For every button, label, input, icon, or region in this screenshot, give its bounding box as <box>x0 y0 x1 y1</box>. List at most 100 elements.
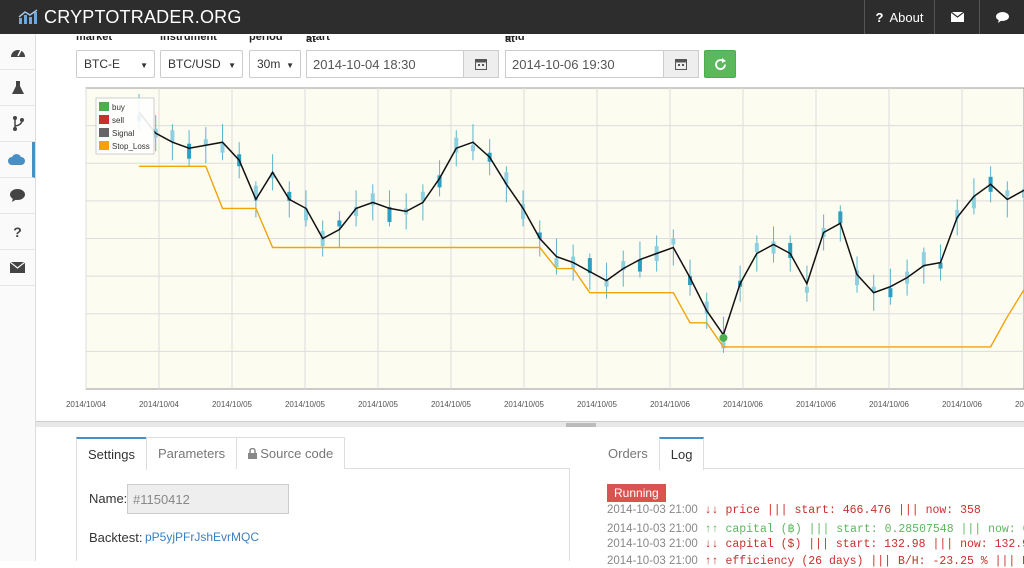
log-line: 2014-10-03 21:00 ↑↑ capital (฿) ||| star… <box>607 521 1024 536</box>
market-select[interactable]: BTC-E ▼ <box>76 50 155 78</box>
log-text: capital (฿) ||| start: 0.28507548 ||| no… <box>725 523 1024 536</box>
settings-body: Name: #1150412 Backtest: pP5yjPFrJshEvrM… <box>76 469 570 561</box>
arrow-down-icon: ↑↑ <box>704 555 719 568</box>
tab-source-code-label: Source code <box>260 446 334 461</box>
log-timestamp: 2014-10-03 21:00 <box>607 523 698 535</box>
brand-logo[interactable]: CRYPTOTRADER.ORG <box>18 0 242 34</box>
x-tick-label: 2014/10/05 <box>358 400 399 409</box>
end-date-value: 2014-10-06 19:30 <box>512 56 615 72</box>
splitter-handle[interactable] <box>566 423 596 427</box>
instrument-select[interactable]: BTC/USD ▼ <box>160 50 243 78</box>
calendar-icon <box>675 59 687 70</box>
app-title: CRYPTOTRADER.ORG <box>44 6 242 27</box>
arrow-up-icon: ↑↑ <box>704 523 719 536</box>
candle-body <box>838 211 843 224</box>
envelope-icon <box>10 262 25 273</box>
x-tick-label: 2014/10/06 <box>723 400 764 409</box>
sidebar-item-chat[interactable] <box>0 178 35 214</box>
flask-icon <box>11 80 24 94</box>
tab-source-code[interactable]: Source code <box>236 437 346 469</box>
backtest-link[interactable]: pP5yjPFrJshEvrMQC <box>145 530 259 544</box>
arrow-down-icon: ↓↓ <box>704 538 719 551</box>
sidebar-item-help[interactable]: ? <box>0 214 35 250</box>
candle-body <box>1005 190 1010 197</box>
x-tick-label: 2014/10/05 <box>212 400 253 409</box>
candle-body <box>888 288 893 298</box>
end-label: end at <box>505 36 525 44</box>
name-placeholder: #1150412 <box>133 491 190 507</box>
tab-settings[interactable]: Settings <box>76 437 147 470</box>
x-tick-label: 2014/10/04 <box>66 400 107 409</box>
sidebar-item-lab[interactable] <box>0 70 35 106</box>
top-navbar: CRYPTOTRADER.ORG ? About <box>0 0 1024 34</box>
name-input[interactable]: #1150412 <box>127 484 289 514</box>
legend-label: buy <box>112 103 125 112</box>
refresh-button[interactable] <box>704 50 736 78</box>
mail-button[interactable] <box>934 0 979 34</box>
start-label: start at <box>306 36 330 44</box>
price-chart[interactable]: 2014/10/04 2014/10/04 2014/10/05 2014/10/05… <box>36 85 1024 420</box>
candle-body <box>804 286 809 293</box>
chat-button[interactable] <box>979 0 1024 34</box>
backtest-label: Backtest: <box>89 530 143 545</box>
x-tick-label: 2014/10/05 <box>577 400 618 409</box>
log-text: capital ($) ||| start: 132.98 ||| now: 1… <box>725 538 1024 551</box>
log-line: 2014-10-03 21:00 ↓↓ price ||| start: 466… <box>607 504 981 517</box>
start-date-input[interactable]: 2014-10-04 18:30 <box>306 50 464 78</box>
instrument-value: BTC/USD <box>168 57 221 71</box>
candle-body <box>771 241 776 254</box>
caret-down-icon: ▼ <box>140 61 148 70</box>
top-nav-links: ? About <box>864 0 1024 34</box>
log-timestamp: 2014-10-03 21:00 <box>607 555 698 567</box>
legend-label: Stop_Loss <box>112 142 150 151</box>
period-select[interactable]: 30m ▼ <box>249 50 301 78</box>
question-icon: ? <box>13 223 22 240</box>
market-value: BTC-E <box>84 57 120 71</box>
about-link[interactable]: ? About <box>864 0 934 34</box>
sidebar-item-dashboard[interactable] <box>0 34 35 70</box>
candle-body <box>671 238 676 245</box>
x-tick-label: 2014/10/06 <box>942 400 983 409</box>
start-date-value: 2014-10-04 18:30 <box>313 56 416 72</box>
tab-log[interactable]: Log <box>658 437 705 470</box>
comment-icon <box>10 189 25 202</box>
candle-body <box>187 143 192 159</box>
lock-icon <box>248 448 258 459</box>
log-timestamp: 2014-10-03 21:00 <box>607 504 698 516</box>
dashboard-icon <box>10 49 25 57</box>
market-label: market <box>76 36 113 43</box>
candle-body <box>220 143 225 153</box>
question-icon: ? <box>875 9 884 25</box>
chart-logo-icon <box>18 9 38 24</box>
candle-body <box>637 259 642 272</box>
tab-parameters[interactable]: Parameters <box>145 437 238 469</box>
x-tick-label: 2014/10/06 <box>650 400 691 409</box>
panel-splitter[interactable] <box>36 421 1024 427</box>
x-tick-label: 2014/10/06 <box>796 400 837 409</box>
sidebar-item-cloud[interactable] <box>0 142 35 178</box>
cloud-icon <box>7 154 25 165</box>
caret-down-icon: ▼ <box>228 61 236 70</box>
price-chart-svg: 2014/10/04 2014/10/04 2014/10/05 2014/10/05… <box>66 87 1024 409</box>
name-label: Name: <box>89 491 128 506</box>
sidebar-item-mail[interactable] <box>0 250 35 286</box>
x-tick-label: 2014/10/06 <box>869 400 910 409</box>
legend-label: Signal <box>112 129 134 138</box>
start-calendar-button[interactable] <box>463 50 499 78</box>
x-tick-label: 2014/10/05 <box>504 400 545 409</box>
sidebar-item-branch[interactable] <box>0 106 35 142</box>
log-text: price ||| start: 466.476 ||| now: 358 <box>725 504 981 517</box>
about-label: About <box>889 9 924 25</box>
candle-body <box>604 280 609 287</box>
instrument-label: instrument <box>160 36 217 43</box>
legend-swatch <box>99 102 109 111</box>
period-value: 30m <box>257 57 281 71</box>
period-label: period <box>249 36 283 43</box>
envelope-icon <box>950 12 964 22</box>
tab-orders[interactable]: Orders <box>596 437 660 469</box>
candle-body <box>754 243 759 253</box>
refresh-icon <box>714 57 726 70</box>
end-calendar-button[interactable] <box>663 50 699 78</box>
end-date-input[interactable]: 2014-10-06 19:30 <box>505 50 664 78</box>
legend-label: sell <box>112 116 124 125</box>
